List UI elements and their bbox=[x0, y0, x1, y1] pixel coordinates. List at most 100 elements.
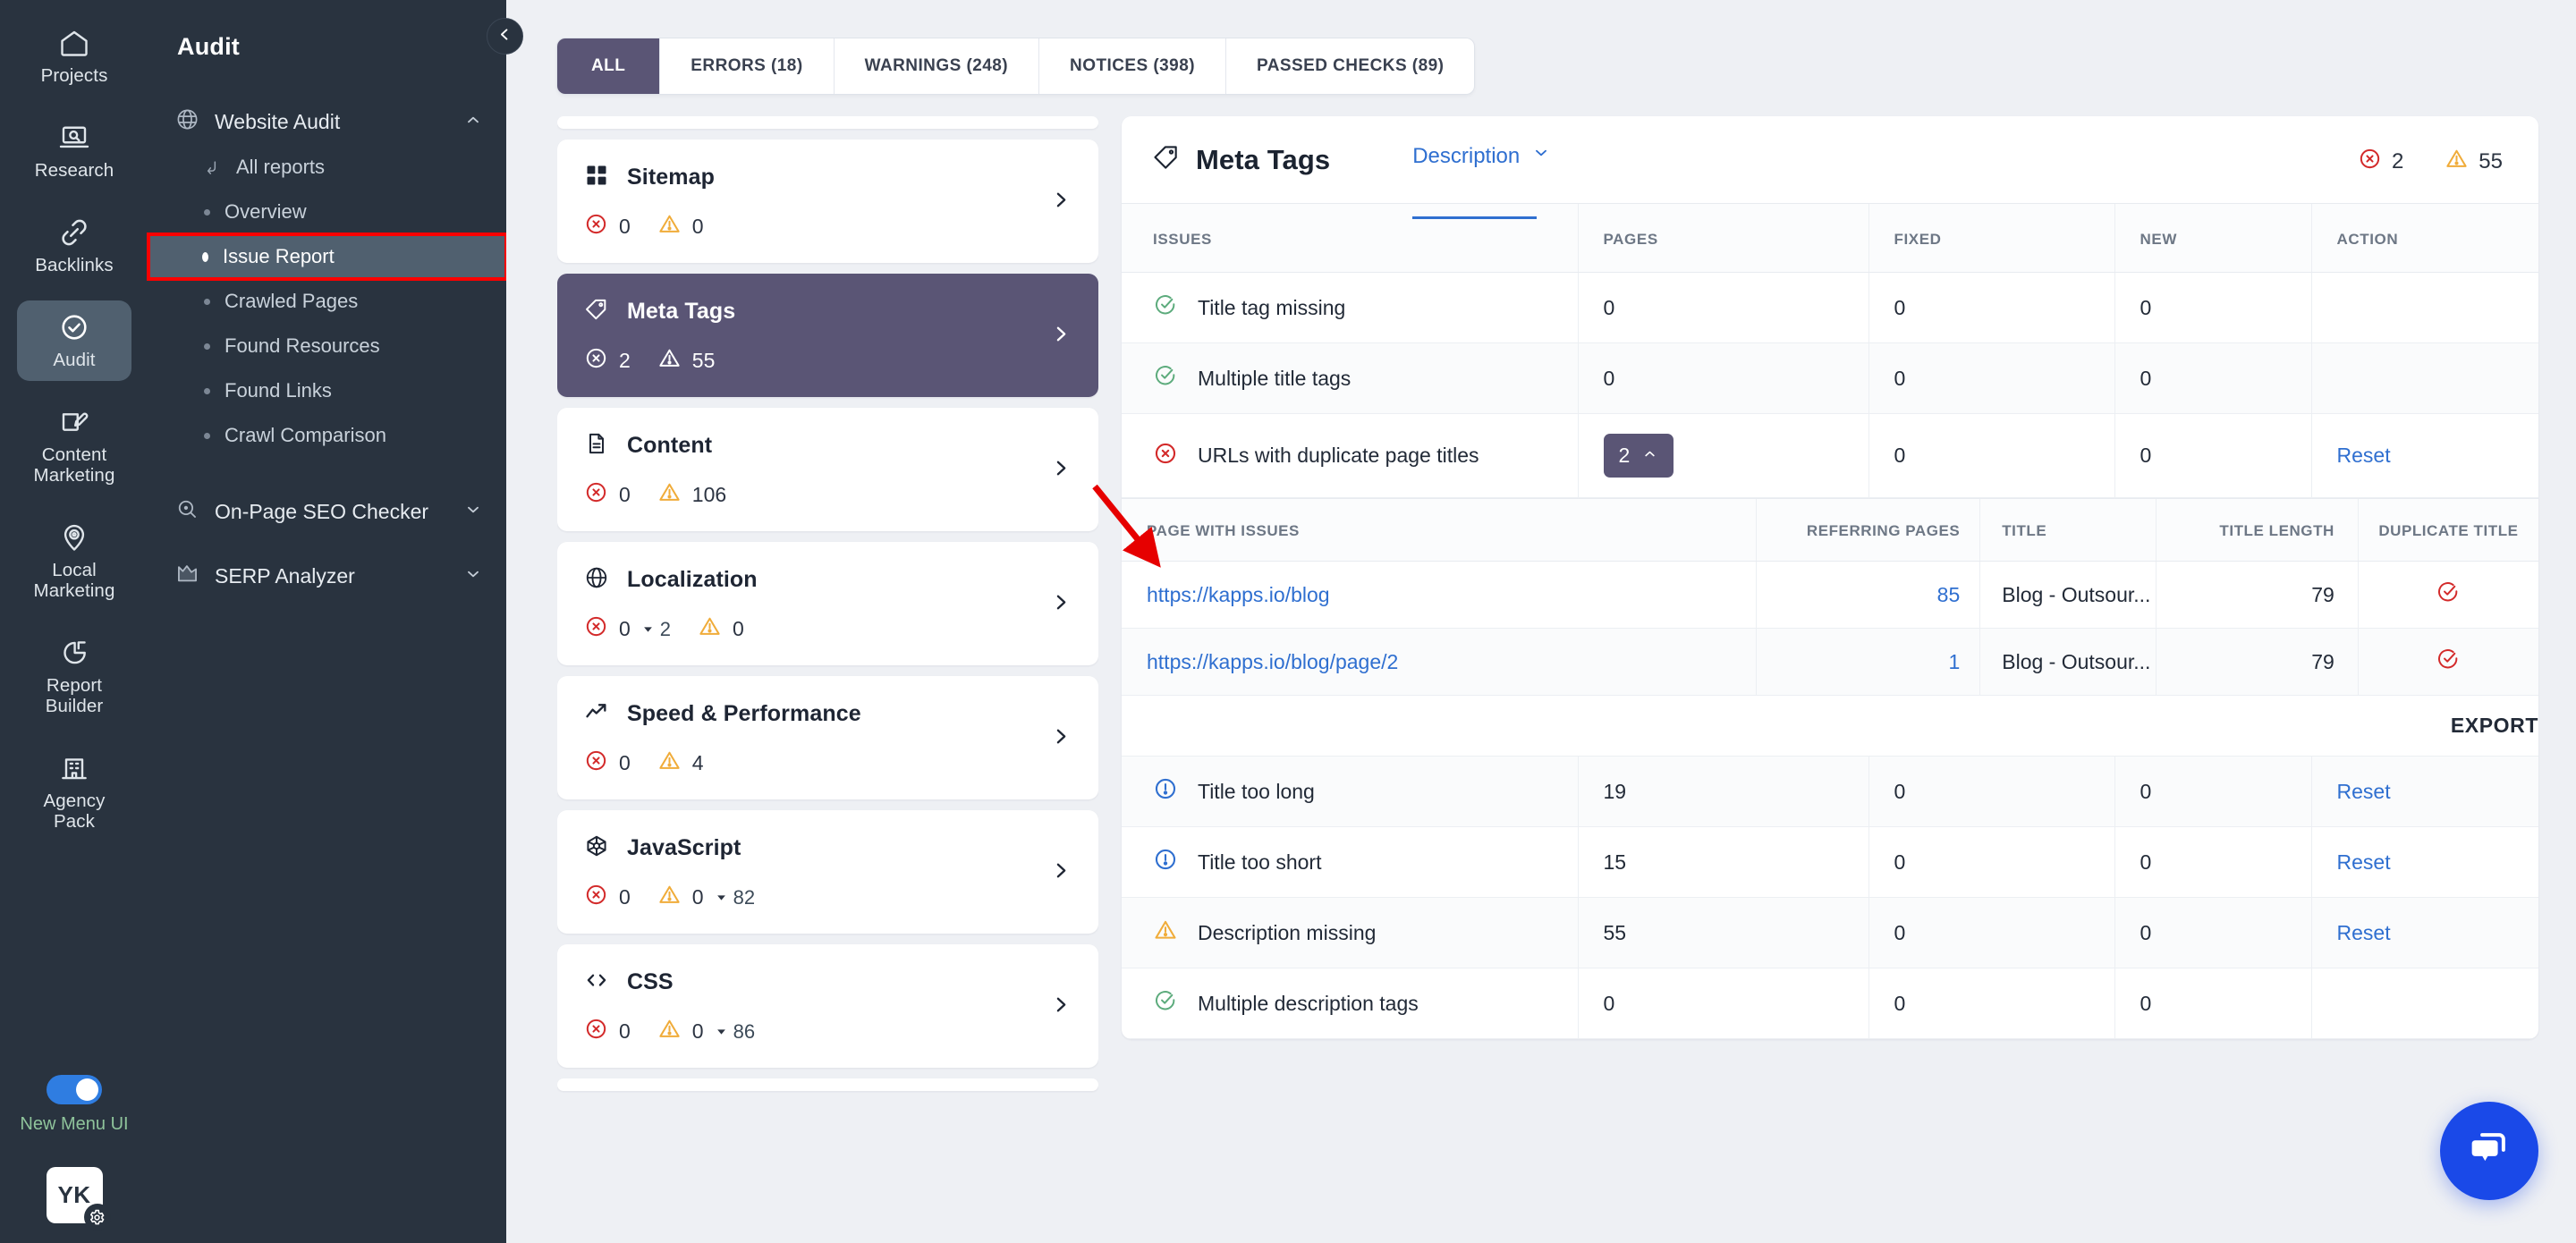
issue-cell-inner: URLs with duplicate page titles bbox=[1153, 441, 1578, 471]
laptop-search-icon bbox=[58, 122, 90, 154]
category-card-sitemap[interactable]: Sitemap 0 0 bbox=[557, 140, 1098, 263]
sidebar-item-crawled-pages[interactable]: Crawled Pages bbox=[148, 279, 506, 324]
duplicate-title-cell bbox=[2357, 628, 2538, 696]
category-card-head: JavaScript bbox=[584, 833, 1049, 863]
bullet-dot-icon bbox=[204, 387, 210, 394]
reset-button[interactable]: Reset bbox=[2337, 921, 2391, 944]
category-card-body: Content 0 106 bbox=[584, 431, 1049, 510]
reset-button[interactable]: Reset bbox=[2337, 780, 2391, 803]
referring-pages-link[interactable]: 85 bbox=[1937, 583, 1961, 606]
category-error-count: 0 bbox=[619, 617, 631, 640]
table-row[interactable]: Description missing 55 0 0 Reset bbox=[1122, 897, 2538, 968]
reset-button[interactable]: Reset bbox=[2337, 444, 2391, 467]
sidebar-item-found-links[interactable]: Found Links bbox=[148, 368, 506, 413]
category-warning-count: 0 bbox=[733, 617, 744, 640]
grid-icon bbox=[584, 163, 609, 192]
rail-item-content-marketing[interactable]: Content Marketing bbox=[17, 395, 131, 496]
table-row[interactable]: Title too long 19 0 0 Reset bbox=[1122, 757, 2538, 827]
sidebar-item-all-reports[interactable]: All reports bbox=[148, 145, 506, 190]
category-warning-count: 55 bbox=[691, 349, 716, 372]
sidebar-item-issue-report[interactable]: Issue Report bbox=[147, 233, 508, 281]
table-row[interactable]: Title tag missing 0 0 0 bbox=[1122, 272, 2538, 343]
pages-expand-badge[interactable]: 2 bbox=[1603, 434, 1674, 478]
new-menu-ui-toggle[interactable] bbox=[47, 1075, 102, 1104]
fixed-cell: 0 bbox=[1868, 757, 2114, 827]
category-card-meta-tags[interactable]: Meta Tags 2 55 bbox=[557, 274, 1098, 397]
category-card-content[interactable]: Content 0 106 bbox=[557, 408, 1098, 531]
category-card-css[interactable]: CSS 0 0 86 bbox=[557, 944, 1098, 1068]
referring-pages-link[interactable]: 1 bbox=[1948, 650, 1960, 673]
page-url-link[interactable]: https://kapps.io/blog/page/2 bbox=[1147, 650, 1398, 673]
tab-passed-checks[interactable]: PASSED CHECKS (89) bbox=[1224, 38, 1474, 94]
category-card-localization[interactable]: Localization 0 2 0 bbox=[557, 542, 1098, 665]
category-stats: 0 0 bbox=[584, 212, 1049, 241]
category-error-stat: 2 bbox=[584, 346, 631, 376]
rail-item-projects[interactable]: Projects bbox=[17, 16, 131, 97]
pages-cell: 55 bbox=[1577, 897, 1868, 968]
pencil-square-icon bbox=[58, 406, 90, 438]
sidebar-item-overview[interactable]: Overview bbox=[148, 190, 506, 234]
tab-notices[interactable]: NOTICES (398) bbox=[1038, 38, 1225, 94]
category-warning-count: 0 bbox=[691, 1019, 704, 1043]
detail-counts: 2 55 bbox=[2358, 143, 2503, 177]
tab-errors[interactable]: ERRORS (18) bbox=[659, 38, 833, 94]
chevron-right-icon bbox=[1049, 189, 1072, 216]
table-row[interactable]: URLs with duplicate page titles 2 0 0 Re… bbox=[1122, 413, 2538, 498]
category-card-body: Sitemap 0 0 bbox=[584, 163, 1049, 241]
sidebar-item-label: Crawl Comparison bbox=[225, 424, 386, 446]
rail-item-agency-pack[interactable]: Agency Pack bbox=[17, 741, 131, 842]
notice-info-icon bbox=[1153, 847, 1178, 877]
table-row[interactable]: Title too short 15 0 0 Reset bbox=[1122, 826, 2538, 898]
rail-item-backlinks[interactable]: Backlinks bbox=[17, 206, 131, 286]
sidebar-group-header-onpage-seo[interactable]: On-Page SEO Checker bbox=[148, 488, 506, 535]
tab-warnings[interactable]: WARNINGS (248) bbox=[833, 38, 1038, 94]
rail-item-audit[interactable]: Audit bbox=[17, 300, 131, 381]
error-circle-icon bbox=[584, 1017, 608, 1046]
gear-icon[interactable] bbox=[83, 1204, 111, 1230]
issue-cell-inner: Description missing bbox=[1153, 917, 1578, 948]
filter-tabbar-shell: ALL ERRORS (18) WARNINGS (248) NOTICES (… bbox=[506, 0, 2576, 94]
rail-item-label: Audit bbox=[53, 350, 96, 370]
issue-label: URLs with duplicate page titles bbox=[1198, 444, 1479, 467]
table-row[interactable]: https://kapps.io/blog 85 Blog - Outsour.… bbox=[1122, 561, 2538, 629]
tab-all[interactable]: ALL bbox=[557, 38, 660, 94]
page-url-link[interactable]: https://kapps.io/blog bbox=[1147, 583, 1330, 606]
referring-pages-cell: 1 bbox=[1756, 628, 1980, 696]
export-button[interactable]: EXPORT bbox=[1122, 695, 2538, 757]
active-underline bbox=[1412, 216, 1538, 219]
fixed-cell: 0 bbox=[1868, 826, 2114, 898]
sidebar-item-found-resources[interactable]: Found Resources bbox=[148, 324, 506, 368]
description-filter-dropdown[interactable]: Description bbox=[1412, 143, 1551, 219]
issue-label: Description missing bbox=[1198, 920, 1377, 944]
table-row[interactable]: Multiple title tags 0 0 0 bbox=[1122, 342, 2538, 414]
reset-button[interactable]: Reset bbox=[2337, 850, 2391, 874]
fixed-cell: 0 bbox=[1868, 968, 2114, 1039]
category-card-body: CSS 0 0 86 bbox=[584, 968, 1049, 1046]
category-name: CSS bbox=[627, 969, 674, 994]
issue-cell: Multiple title tags bbox=[1122, 342, 1578, 414]
bullet-dot-icon bbox=[204, 342, 210, 350]
new-cell: 0 bbox=[2114, 413, 2311, 498]
title-cell: Blog - Outsour... bbox=[1979, 561, 2157, 629]
sidebar-item-crawl-comparison[interactable]: Crawl Comparison bbox=[148, 413, 506, 458]
sidebar-collapse-button[interactable] bbox=[487, 18, 523, 55]
rail-item-label: Local Marketing bbox=[33, 560, 115, 601]
bullet-dot-icon bbox=[202, 251, 208, 262]
issue-cell-inner: Multiple description tags bbox=[1153, 988, 1578, 1019]
globe-icon bbox=[175, 107, 199, 136]
title-length-cell: 79 bbox=[2156, 561, 2359, 629]
rail-item-research[interactable]: Research bbox=[17, 111, 131, 191]
category-scroll-region[interactable]: Sitemap 0 0 Meta Tags 2 55 Content 0 106… bbox=[557, 116, 1098, 1243]
category-card-javascript[interactable]: JavaScript 0 0 82 bbox=[557, 810, 1098, 934]
column-header-referring-pages: REFERRING PAGES bbox=[1756, 498, 1980, 562]
sidebar-group-header-serp-analyzer[interactable]: SERP Analyzer bbox=[148, 553, 506, 599]
category-card-speed-performance[interactable]: Speed & Performance 0 4 bbox=[557, 676, 1098, 799]
table-row[interactable]: Multiple description tags 0 0 0 bbox=[1122, 968, 2538, 1039]
rail-item-local-marketing[interactable]: Local Marketing bbox=[17, 511, 131, 612]
rail-item-report-builder[interactable]: Report Builder bbox=[17, 626, 131, 727]
sidebar-group-header-website-audit[interactable]: Website Audit bbox=[148, 98, 506, 145]
sidebar-item-label: Found Resources bbox=[225, 334, 380, 357]
table-row[interactable]: https://kapps.io/blog/page/2 1 Blog - Ou… bbox=[1122, 628, 2538, 696]
chat-launcher-button[interactable] bbox=[2440, 1102, 2538, 1200]
content-panes: Sitemap 0 0 Meta Tags 2 55 Content 0 106… bbox=[506, 94, 2576, 1243]
